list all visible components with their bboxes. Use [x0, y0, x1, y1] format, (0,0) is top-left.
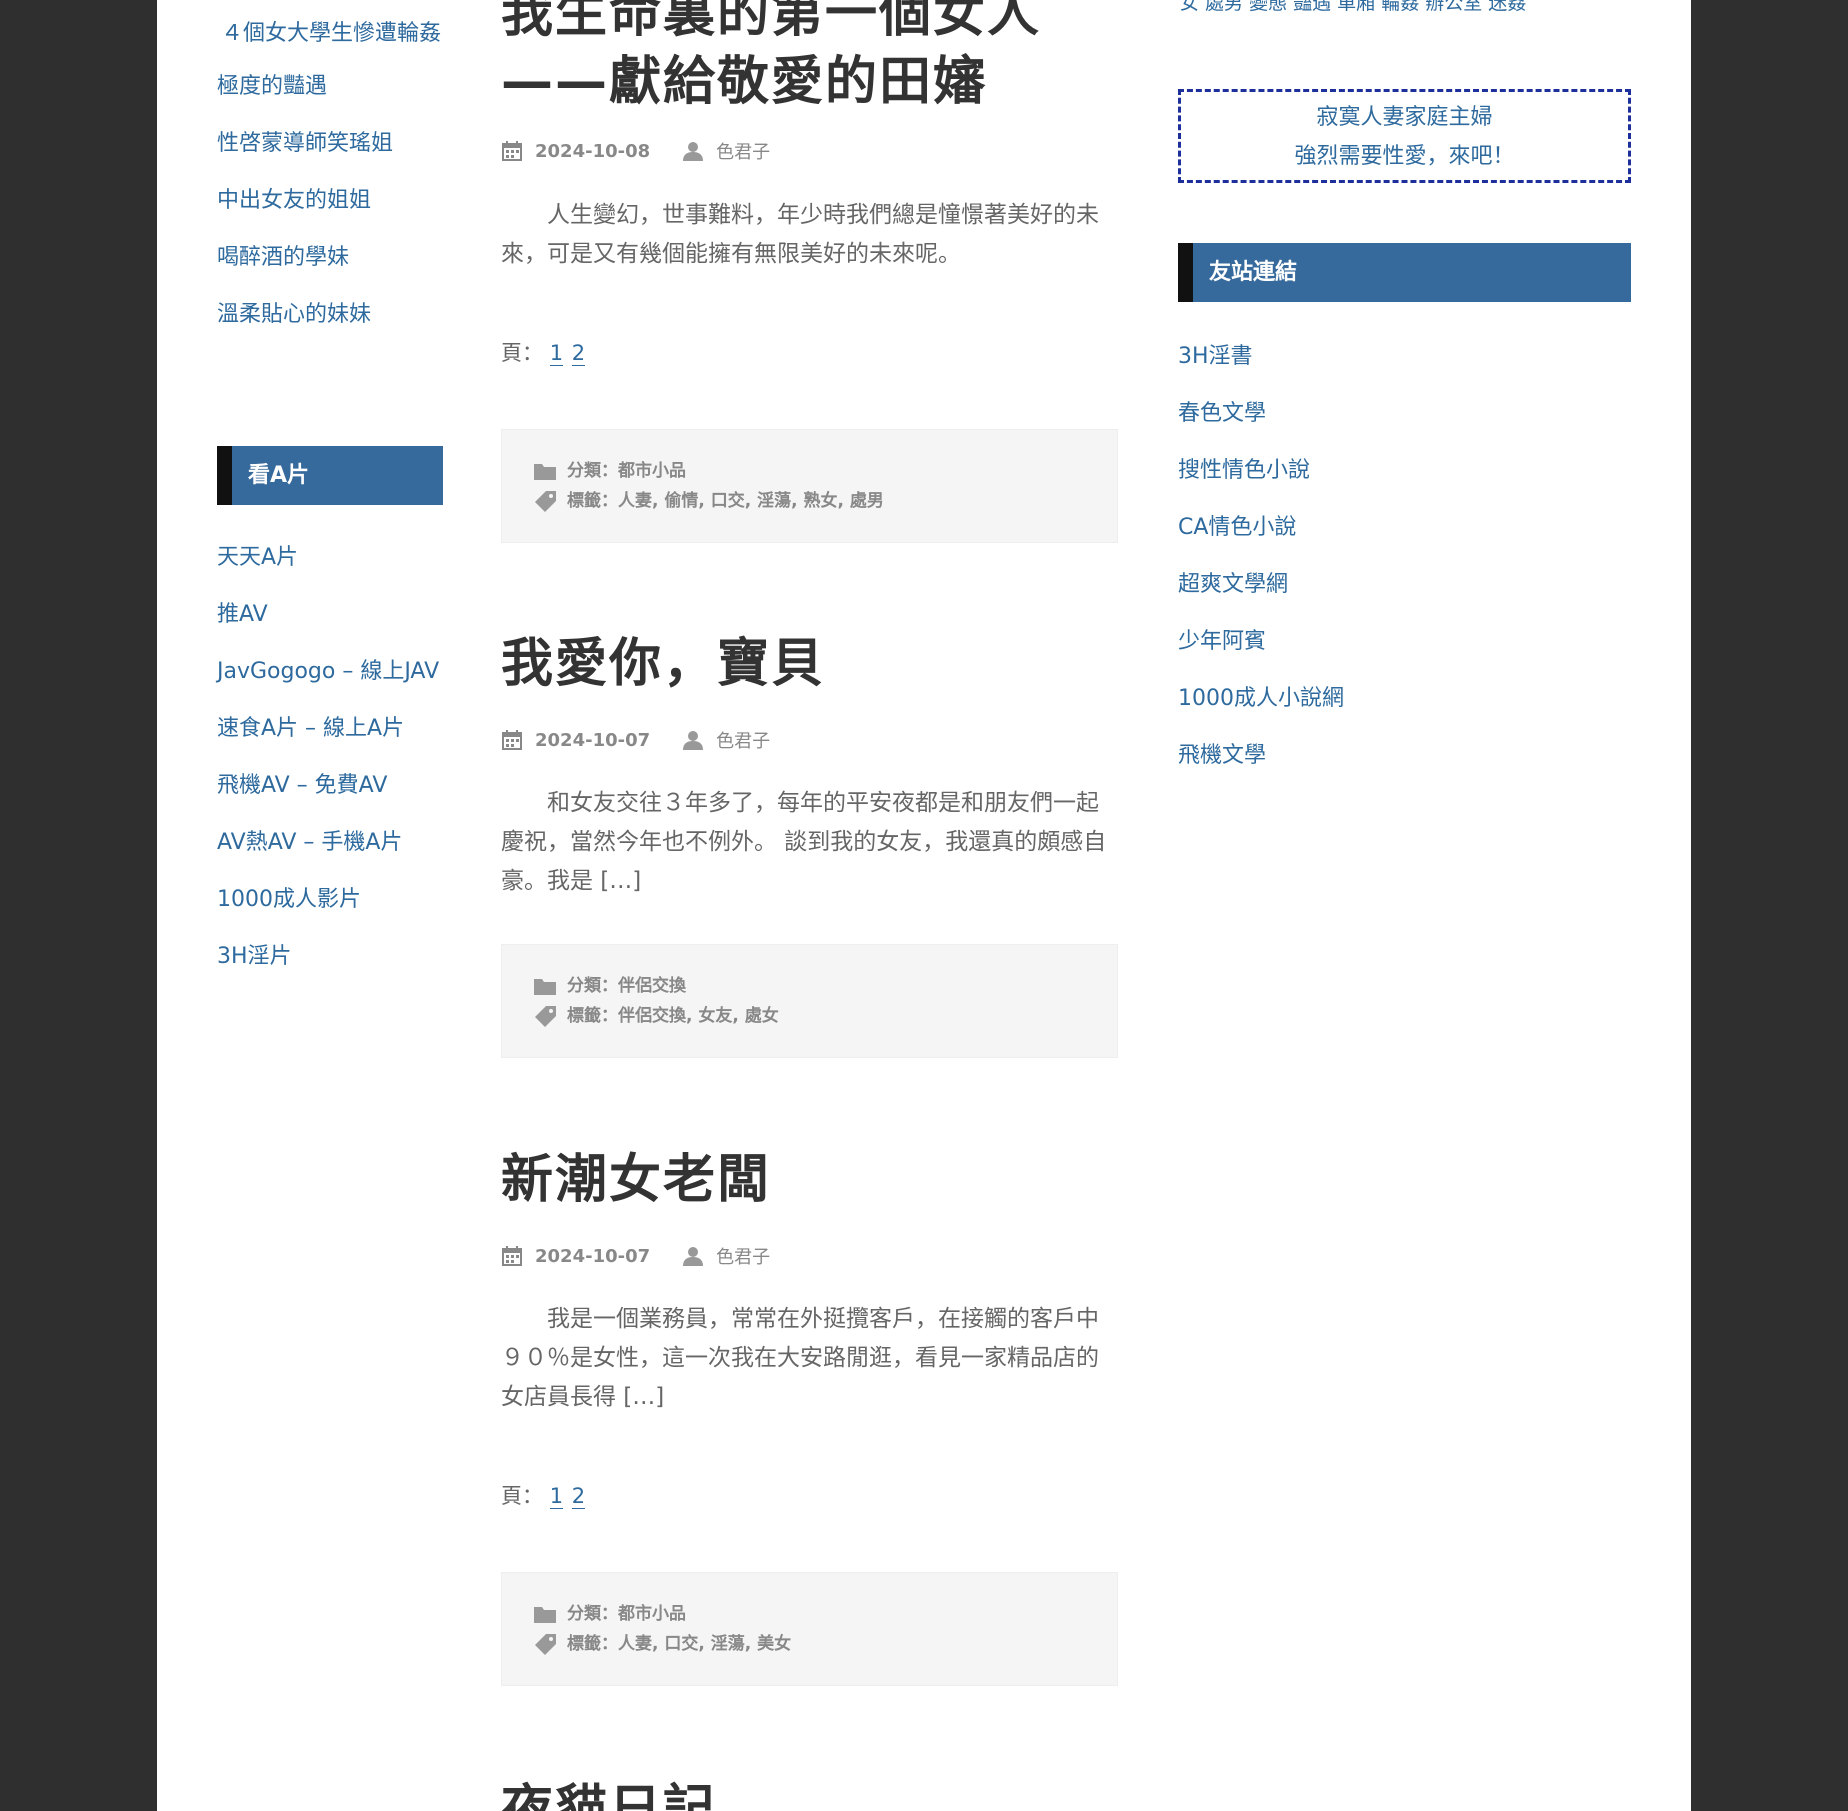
story-link[interactable]: 性啓蒙導師笑瑤姐	[217, 124, 443, 163]
video-link[interactable]: 飛機AV – 免費AV	[217, 766, 443, 805]
pagination-label: 頁：	[501, 341, 543, 365]
post-footer: 分類：都市小品 標籤：人妻, 偷情, 口交, 淫蕩, 熟女, 處男	[501, 429, 1118, 543]
post-author-name[interactable]: 色君子	[716, 1243, 770, 1269]
friend-link[interactable]: 超爽文學網	[1178, 565, 1344, 604]
story-link[interactable]: 極度的豔遇	[217, 67, 443, 106]
post-date[interactable]: 2024-10-08	[535, 141, 650, 162]
pagination: 頁： 1 2	[501, 1480, 587, 1510]
post-footer: 分類：伴侶交換 標籤：伴侶交換, 女友, 處女	[501, 944, 1118, 1058]
post-title[interactable]: 我生命裏的第一個女人 ——獻給敬愛的田嬸	[501, 0, 1118, 118]
post-meta: 2024-10-07 色君子	[501, 725, 770, 755]
ad-line[interactable]: 寂寞人妻家庭主婦	[1181, 98, 1628, 137]
ad-box[interactable]: 寂寞人妻家庭主婦 強烈需要性愛，來吧！	[1178, 89, 1631, 183]
friend-link[interactable]: 1000成人小說網	[1178, 679, 1344, 718]
post-category[interactable]: 分類：都市小品	[567, 1599, 686, 1629]
video-widget: 看A片 天天A片 推AV JavGogogo – 線上JAV 速食A片 – 線上…	[217, 446, 443, 994]
friend-link[interactable]: CA情色小說	[1178, 508, 1344, 547]
post-title[interactable]: 新潮女老闆	[501, 1144, 1118, 1216]
story-link[interactable]: ４個女大學生慘遭輪姦	[217, 14, 443, 53]
folder-icon	[534, 979, 556, 995]
friend-link[interactable]: 飛機文學	[1178, 736, 1344, 775]
post-date[interactable]: 2024-10-07	[535, 1246, 650, 1267]
story-link[interactable]: 溫柔貼心的妹妹	[217, 295, 443, 334]
post-title[interactable]: 我愛你，寶貝	[501, 628, 1118, 700]
post-category[interactable]: 分類：都市小品	[567, 456, 686, 486]
friend-link[interactable]: 3H淫書	[1178, 337, 1344, 376]
pagination-label: 頁：	[501, 1484, 543, 1508]
story-link[interactable]: 中出女友的姐姐	[217, 181, 443, 220]
post-author-name[interactable]: 色君子	[716, 727, 770, 753]
calendar-icon	[502, 141, 522, 161]
post-meta: 2024-10-08 色君子	[501, 136, 770, 166]
video-link[interactable]: 3H淫片	[217, 937, 443, 976]
folder-icon	[534, 1607, 556, 1623]
post-excerpt: 人生變幻，世事難料，年少時我們總是憧憬著美好的未來，可是又有幾個能擁有無限美好的…	[501, 202, 1099, 267]
friend-link[interactable]: 少年阿賓	[1178, 622, 1344, 661]
post-tags[interactable]: 標籤：人妻, 偷情, 口交, 淫蕩, 熟女, 處男	[567, 486, 884, 516]
video-link[interactable]: AV熱AV – 手機A片	[217, 823, 443, 862]
friend-links: 3H淫書 春色文學 搜性情色小說 CA情色小說 超爽文學網 少年阿賓 1000成…	[1178, 337, 1344, 793]
post-tags[interactable]: 標籤：伴侶交換, 女友, 處女	[567, 1001, 779, 1031]
page-link-1[interactable]: 1	[549, 341, 564, 366]
links-widget-title: 友站連結	[1178, 243, 1631, 302]
post: 我生命裏的第一個女人 ——獻給敬愛的田嬸	[501, 0, 1118, 118]
post-excerpt: 我是一個業務員，常常在外挺攬客戶，在接觸的客戶中９０％是女性，這一次我在大安路閒…	[501, 1306, 1099, 1410]
story-link[interactable]: 喝醉酒的學妹	[217, 238, 443, 277]
page-link-2[interactable]: 2	[571, 341, 586, 366]
video-link[interactable]: 推AV	[217, 595, 443, 634]
post-title[interactable]: 夜貓日記	[501, 1774, 1118, 1811]
calendar-icon	[502, 1246, 522, 1266]
post-date[interactable]: 2024-10-07	[535, 730, 650, 751]
story-links-widget: ４個女大學生慘遭輪姦 極度的豔遇 性啓蒙導師笑瑤姐 中出女友的姐姐 喝醉酒的學妹…	[217, 14, 443, 352]
ad-line[interactable]: 強烈需要性愛，來吧！	[1181, 137, 1628, 176]
page-link-1[interactable]: 1	[549, 1484, 564, 1509]
post-tags[interactable]: 標籤：人妻, 口交, 淫蕩, 美女	[567, 1629, 791, 1659]
user-icon	[683, 731, 704, 750]
page-link-2[interactable]: 2	[571, 1484, 586, 1509]
post-title-line[interactable]: ——獻給敬愛的田嬸	[501, 46, 1118, 118]
post-author[interactable]: 色君子	[682, 1243, 770, 1269]
video-link[interactable]: 天天A片	[217, 538, 443, 577]
user-icon	[683, 1247, 704, 1266]
friend-link[interactable]: 搜性情色小說	[1178, 451, 1344, 490]
post-meta: 2024-10-07 色君子	[501, 1241, 770, 1271]
post-author[interactable]: 色君子	[682, 138, 770, 164]
folder-icon	[534, 464, 556, 480]
post-excerpt: 和女友交往３年多了，每年的平安夜都是和朋友們一起慶祝，當然今年也不例外。 談到我…	[501, 790, 1107, 894]
page: ４個女大學生慘遭輪姦 極度的豔遇 性啓蒙導師笑瑤姐 中出女友的姐姐 喝醉酒的學妹…	[157, 0, 1691, 1811]
video-link[interactable]: 1000成人影片	[217, 880, 443, 919]
friend-link[interactable]: 春色文學	[1178, 394, 1344, 433]
post-footer: 分類：都市小品 標籤：人妻, 口交, 淫蕩, 美女	[501, 1572, 1118, 1686]
tag-icon	[535, 1634, 556, 1655]
post-category[interactable]: 分類：伴侶交換	[567, 971, 686, 1001]
video-widget-title: 看A片	[217, 446, 443, 505]
post-author-name[interactable]: 色君子	[716, 138, 770, 164]
video-link[interactable]: 速食A片 – 線上A片	[217, 709, 443, 748]
calendar-icon	[502, 730, 522, 750]
post-author[interactable]: 色君子	[682, 727, 770, 753]
tag-icon	[535, 1006, 556, 1027]
video-link[interactable]: JavGogogo – 線上JAV	[217, 652, 443, 691]
tag-icon	[535, 491, 556, 512]
post-title-line[interactable]: 我生命裏的第一個女人	[501, 0, 1118, 50]
pagination: 頁： 1 2	[501, 337, 587, 367]
tag-cloud[interactable]: 女 處男 變態 豔遇 車廂 輪姦 辦公室 迷姦	[1180, 0, 1526, 15]
user-icon	[683, 142, 704, 161]
